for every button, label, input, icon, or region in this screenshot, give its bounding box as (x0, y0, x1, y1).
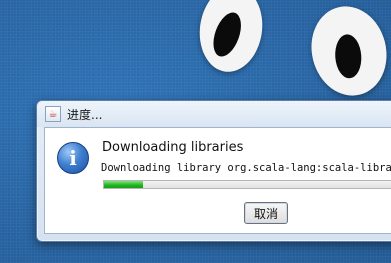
progress-bar (103, 180, 391, 189)
java-app-icon: ☕ (45, 106, 61, 122)
cartoon-eye-left (194, 0, 268, 76)
info-icon: i (57, 142, 89, 174)
message-detail: Downloading library org.scala-lang:scala… (101, 162, 391, 174)
cancel-button[interactable]: 取消 (244, 202, 288, 224)
pupil-left (208, 8, 247, 61)
progress-bar-fill (104, 181, 143, 188)
pupil-right (333, 33, 363, 80)
dialog-content: i Downloading libraries Downloading libr… (44, 127, 391, 234)
window-title: 进度... (67, 107, 103, 122)
cartoon-eye-right (302, 0, 391, 104)
progress-dialog: ☕ 进度... i Downloading libraries Download… (36, 100, 391, 242)
message-title: Downloading libraries (102, 140, 244, 155)
title-bar[interactable]: ☕ 进度... (37, 101, 391, 127)
